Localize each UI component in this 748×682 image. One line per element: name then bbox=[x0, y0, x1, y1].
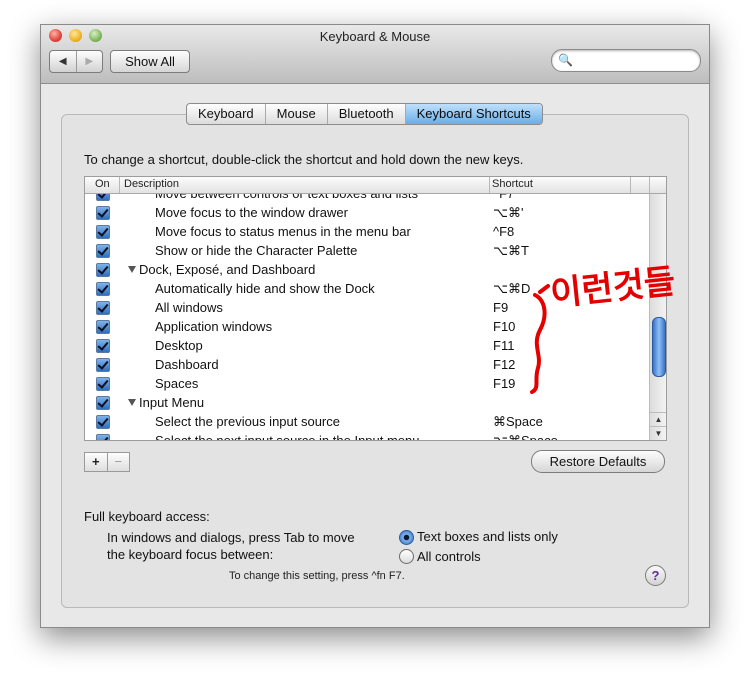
table-row[interactable]: Show or hide the Character Palette ⌥⌘T bbox=[85, 241, 649, 260]
column-header-description[interactable]: Description bbox=[124, 178, 179, 190]
row-description: All windows bbox=[155, 300, 223, 315]
scrollbar-thumb[interactable] bbox=[652, 317, 666, 377]
enable-checkbox[interactable] bbox=[96, 263, 110, 277]
back-forward-control: ◀ ▶ bbox=[49, 50, 103, 73]
tab-bluetooth[interactable]: Bluetooth bbox=[328, 104, 406, 124]
scroll-up-arrow-icon[interactable]: ▲ bbox=[650, 412, 666, 427]
row-description: Select the previous input source bbox=[155, 414, 340, 429]
row-description: Move focus to status menus in the menu b… bbox=[155, 224, 411, 239]
row-shortcut[interactable]: ⌥⌘T bbox=[493, 243, 529, 259]
row-description: Dock, Exposé, and Dashboard bbox=[139, 262, 316, 277]
row-shortcut[interactable]: ⌥⌘' bbox=[493, 205, 523, 221]
vertical-scrollbar[interactable]: ▲ ▼ bbox=[649, 194, 666, 440]
explanation-line: In windows and dialogs, press Tab to mov… bbox=[107, 530, 355, 545]
radio-label[interactable]: Text boxes and lists only bbox=[417, 529, 558, 544]
radio-all-controls[interactable] bbox=[399, 549, 414, 564]
search-input[interactable] bbox=[574, 52, 694, 70]
row-shortcut[interactable]: ^F8 bbox=[493, 224, 514, 239]
disclosure-triangle-icon[interactable] bbox=[128, 399, 136, 406]
row-shortcut[interactable]: ⌥⌘D bbox=[493, 281, 530, 297]
enable-checkbox[interactable] bbox=[96, 339, 110, 353]
row-shortcut[interactable]: ⌥⌘Space bbox=[493, 433, 558, 440]
enable-checkbox[interactable] bbox=[96, 434, 110, 440]
column-divider bbox=[119, 177, 120, 193]
title-bar: Keyboard & Mouse ◀ ▶ Show All 🔍 bbox=[41, 25, 709, 84]
restore-defaults-button[interactable]: Restore Defaults bbox=[531, 450, 665, 473]
keyboard-access-heading: Full keyboard access: bbox=[84, 509, 210, 524]
help-button[interactable]: ? bbox=[645, 565, 666, 586]
column-divider bbox=[649, 177, 650, 193]
disclosure-triangle-icon[interactable] bbox=[128, 266, 136, 273]
row-shortcut[interactable]: F10 bbox=[493, 319, 515, 334]
instructions-text: To change a shortcut, double-click the s… bbox=[84, 152, 524, 167]
table-body: Move between controls or text boxes and … bbox=[85, 194, 649, 440]
tab-keyboard-shortcuts[interactable]: Keyboard Shortcuts bbox=[405, 104, 542, 124]
row-shortcut[interactable]: F9 bbox=[493, 300, 508, 315]
table-row[interactable]: Move focus to status menus in the menu b… bbox=[85, 222, 649, 241]
window-title: Keyboard & Mouse bbox=[319, 29, 431, 44]
row-shortcut[interactable]: ^F7 bbox=[493, 194, 514, 201]
enable-checkbox[interactable] bbox=[96, 377, 110, 391]
search-field[interactable]: 🔍 bbox=[551, 49, 701, 72]
enable-checkbox[interactable] bbox=[96, 194, 110, 201]
tab-mouse[interactable]: Mouse bbox=[266, 104, 328, 124]
enable-checkbox[interactable] bbox=[96, 415, 110, 429]
row-description: Spaces bbox=[155, 376, 199, 391]
table-row[interactable]: Move between controls or text boxes and … bbox=[85, 194, 649, 203]
preferences-window: Keyboard & Mouse ◀ ▶ Show All 🔍 Keyboard… bbox=[40, 24, 710, 628]
column-header-shortcut[interactable]: Shortcut bbox=[492, 178, 533, 190]
back-arrow-icon[interactable]: ◀ bbox=[50, 51, 76, 72]
enable-checkbox[interactable] bbox=[96, 206, 110, 220]
add-shortcut-button[interactable]: + bbox=[85, 453, 107, 471]
column-header-on[interactable]: On bbox=[95, 178, 110, 190]
row-description: Automatically hide and show the Dock bbox=[155, 281, 375, 296]
table-row[interactable]: Spaces F19 bbox=[85, 374, 649, 393]
table-row[interactable]: Select the next input source in the Inpu… bbox=[85, 431, 649, 440]
explanation-line: the keyboard focus between: bbox=[107, 547, 274, 562]
table-row[interactable]: Select the previous input source ⌘Space bbox=[85, 412, 649, 431]
enable-checkbox[interactable] bbox=[96, 225, 110, 239]
add-remove-control: + − bbox=[84, 452, 130, 472]
table-row[interactable]: Application windows F10 bbox=[85, 317, 649, 336]
remove-shortcut-button[interactable]: − bbox=[106, 453, 130, 471]
row-description: Desktop bbox=[155, 338, 203, 353]
show-all-button[interactable]: Show All bbox=[110, 50, 190, 73]
enable-checkbox[interactable] bbox=[96, 282, 110, 296]
row-description: Select the next input source in the Inpu… bbox=[155, 433, 420, 440]
row-shortcut[interactable]: F19 bbox=[493, 376, 515, 391]
keyboard-access-note: To change this setting, press ^fn F7. bbox=[229, 570, 405, 582]
row-shortcut[interactable]: ⌘Space bbox=[493, 414, 543, 430]
tab-bar: Keyboard Mouse Bluetooth Keyboard Shortc… bbox=[186, 103, 543, 125]
enable-checkbox[interactable] bbox=[96, 301, 110, 315]
row-description: Dashboard bbox=[155, 357, 219, 372]
forward-arrow-icon[interactable]: ▶ bbox=[75, 51, 103, 72]
table-header: On Description Shortcut bbox=[85, 177, 666, 194]
table-row[interactable]: Desktop F11 bbox=[85, 336, 649, 355]
enable-checkbox[interactable] bbox=[96, 244, 110, 258]
column-divider bbox=[630, 177, 631, 193]
row-description: Move focus to the window drawer bbox=[155, 205, 348, 220]
keyboard-access-explanation: In windows and dialogs, press Tab to mov… bbox=[107, 529, 355, 563]
enable-checkbox[interactable] bbox=[96, 320, 110, 334]
radio-label[interactable]: All controls bbox=[417, 549, 481, 564]
row-description: Show or hide the Character Palette bbox=[155, 243, 358, 258]
enable-checkbox[interactable] bbox=[96, 358, 110, 372]
row-description: Input Menu bbox=[139, 395, 205, 410]
table-row[interactable]: Move focus to the window drawer ⌥⌘' bbox=[85, 203, 649, 222]
row-shortcut[interactable]: F12 bbox=[493, 357, 515, 372]
enable-checkbox[interactable] bbox=[96, 396, 110, 410]
row-description: Move between controls or text boxes and … bbox=[155, 194, 418, 201]
radio-text-boxes-and-lists[interactable] bbox=[399, 530, 414, 545]
column-divider bbox=[489, 177, 490, 193]
tab-keyboard[interactable]: Keyboard bbox=[187, 104, 266, 124]
scroll-down-arrow-icon[interactable]: ▼ bbox=[650, 426, 666, 440]
search-icon: 🔍 bbox=[558, 53, 573, 67]
row-description: Application windows bbox=[155, 319, 273, 334]
table-row[interactable]: Dashboard F12 bbox=[85, 355, 649, 374]
table-group-row[interactable]: Input Menu bbox=[85, 393, 649, 412]
row-shortcut[interactable]: F11 bbox=[493, 338, 514, 353]
